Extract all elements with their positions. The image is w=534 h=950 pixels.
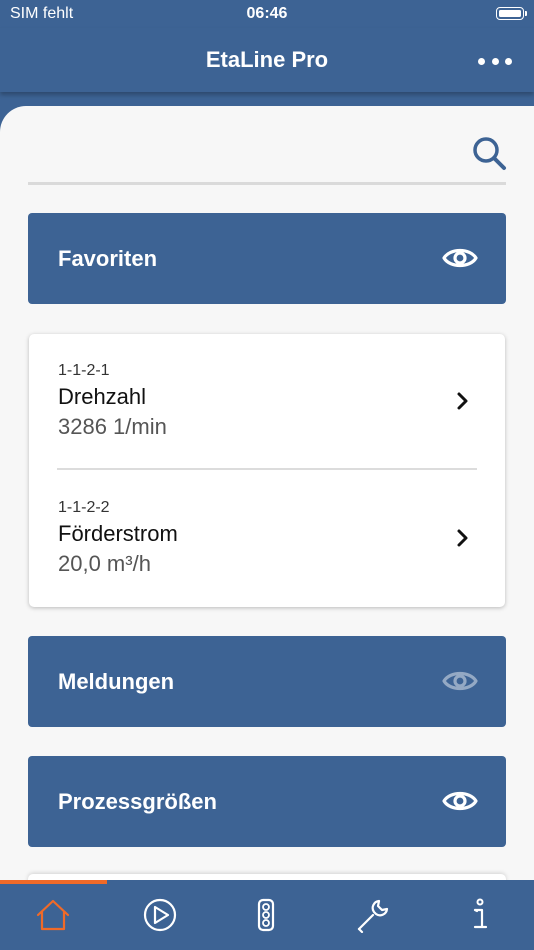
eye-icon[interactable] — [442, 668, 478, 694]
tab-home[interactable] — [0, 884, 106, 950]
favorites-card: 1-1-2-1 Drehzahl 3286 1/min 1-1-2-2 Förd… — [29, 334, 505, 607]
more-horizontal-icon[interactable] — [478, 54, 512, 68]
section-title-favorites: Favoriten — [58, 246, 158, 271]
wrench-icon — [357, 899, 389, 933]
search-icon[interactable] — [470, 134, 510, 174]
search-divider — [28, 182, 506, 185]
info-icon — [473, 898, 488, 929]
item-name: Drehzahl — [58, 384, 147, 409]
traffic-light-icon — [257, 898, 275, 932]
section-title-process: Prozessgrößen — [58, 789, 217, 814]
battery-full-icon — [496, 7, 527, 20]
eye-icon[interactable] — [442, 245, 478, 271]
item-name: Förderstrom — [58, 521, 178, 546]
play-icon — [143, 898, 177, 932]
chevron-right-icon — [457, 529, 468, 547]
section-title-messages: Meldungen — [58, 669, 175, 694]
eye-icon[interactable] — [442, 788, 478, 814]
status-time: 06:46 — [246, 5, 288, 22]
tab-settings[interactable] — [320, 884, 426, 950]
status-bar: SIM fehlt 06:46 — [0, 0, 534, 28]
item-id: 1-1-2-2 — [58, 499, 110, 516]
tab-bar — [0, 880, 534, 950]
navigation-bar: EtaLine Pro — [0, 28, 534, 92]
tab-info[interactable] — [427, 884, 533, 950]
tab-status[interactable] — [213, 884, 319, 950]
section-header-process[interactable]: Prozessgrößen — [28, 756, 506, 847]
section-header-favorites[interactable]: Favoriten — [28, 213, 506, 304]
section-header-messages[interactable]: Meldungen — [28, 636, 506, 727]
item-value: 20,0 m³/h — [58, 551, 151, 576]
list-item[interactable]: 1-1-2-1 Drehzahl 3286 1/min — [29, 334, 505, 470]
app-title: EtaLine Pro — [205, 47, 329, 72]
chevron-right-icon — [457, 392, 468, 410]
item-id: 1-1-2-1 — [58, 362, 110, 379]
home-icon — [36, 899, 70, 931]
item-value: 3286 1/min — [58, 414, 167, 439]
tab-play[interactable] — [107, 884, 213, 950]
list-item[interactable]: 1-1-2-2 Förderstrom 20,0 m³/h — [29, 471, 505, 607]
content-area: Favoriten 1-1-2-1 Drehzahl 3286 1/min 1-… — [0, 106, 534, 880]
item-divider — [57, 468, 477, 470]
